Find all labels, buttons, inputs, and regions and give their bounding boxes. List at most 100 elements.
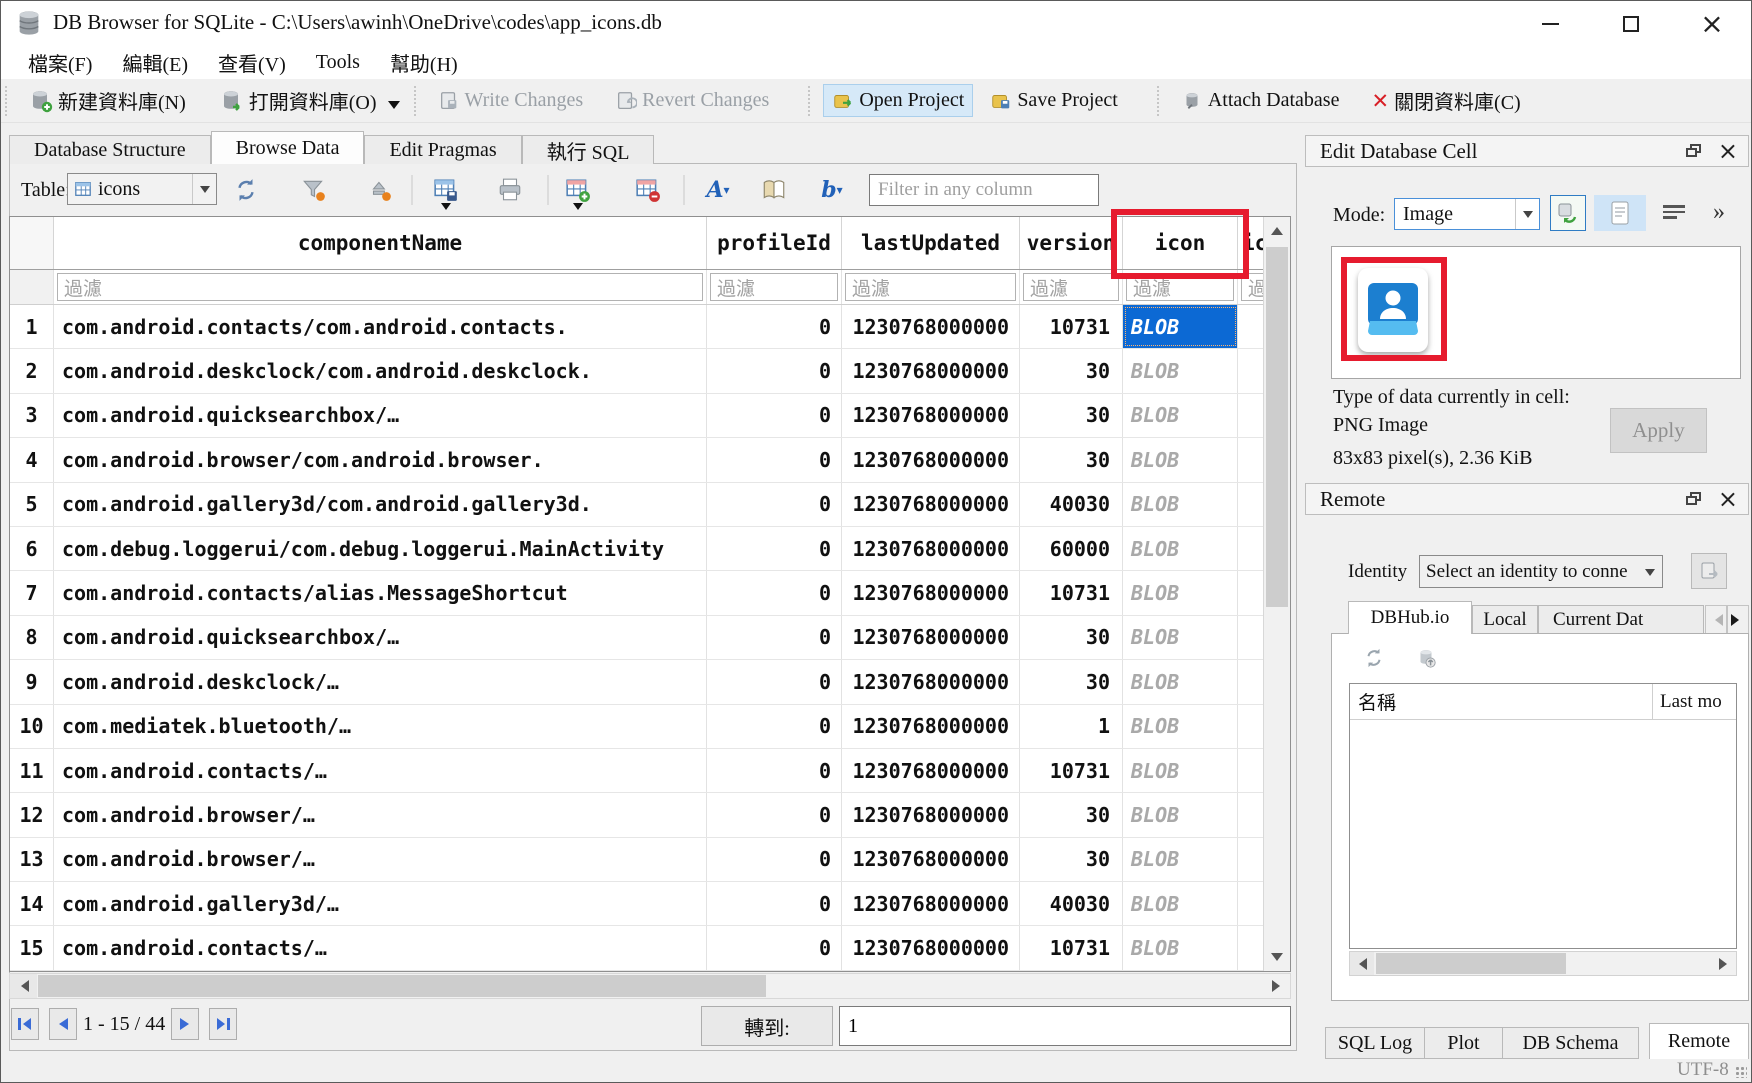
row-number-cell[interactable]: 7: [10, 571, 54, 614]
lastUpdated-cell[interactable]: 1230768000000: [842, 660, 1020, 703]
tab-database-structure[interactable]: Database Structure: [9, 135, 211, 164]
row-number-cell[interactable]: 3: [10, 394, 54, 437]
componentName-cell[interactable]: com.android.contacts/…: [54, 926, 707, 969]
column-header-profileId[interactable]: profileId: [707, 217, 842, 269]
dictionary-button[interactable]: [757, 173, 791, 207]
lastUpdated-cell[interactable]: 1230768000000: [842, 349, 1020, 392]
remote-refresh-button[interactable]: [1357, 641, 1391, 675]
version-cell[interactable]: 60000: [1020, 527, 1123, 570]
table-row[interactable]: 6com.debug.loggerui/com.debug.loggerui.M…: [10, 527, 1290, 571]
icon-blob-cell[interactable]: BLOB: [1123, 527, 1238, 570]
tab-scroll-right-button[interactable]: [1727, 605, 1749, 634]
tab-edit-pragmas[interactable]: Edit Pragmas: [364, 135, 521, 164]
componentName-cell[interactable]: com.android.quicksearchbox/…: [54, 394, 707, 437]
icon-blob-cell[interactable]: BLOB: [1123, 926, 1238, 969]
close-panel-icon[interactable]: ×: [1718, 139, 1738, 163]
font-style-b-button[interactable]: b▾: [815, 173, 849, 207]
tab-scroll-left-button[interactable]: [1705, 605, 1727, 634]
componentName-cell[interactable]: com.android.gallery3d/…: [54, 882, 707, 925]
revert-changes-button[interactable]: Revert Changes: [606, 84, 778, 117]
table-row[interactable]: 4com.android.browser/com.android.browser…: [10, 438, 1290, 482]
vertical-scroll-thumb[interactable]: [1266, 247, 1288, 607]
table-row[interactable]: 14com.android.gallery3d/…012307680000004…: [10, 882, 1290, 926]
scroll-up-button[interactable]: [1264, 217, 1290, 243]
profileId-cell[interactable]: 0: [707, 527, 842, 570]
row-number-cell[interactable]: 12: [10, 793, 54, 836]
row-number-cell[interactable]: 15: [10, 926, 54, 969]
table-row[interactable]: 3com.android.quicksearchbox/…01230768000…: [10, 394, 1290, 438]
componentName-cell[interactable]: com.android.browser/…: [54, 793, 707, 836]
previous-page-button[interactable]: [49, 1008, 77, 1040]
column-filter-input[interactable]: 過濾: [710, 273, 838, 301]
open-database-dropdown-icon[interactable]: [388, 101, 400, 115]
table-row[interactable]: 1com.android.contacts/com.android.contac…: [10, 305, 1290, 349]
table-row[interactable]: 2com.android.deskclock/com.android.deskc…: [10, 349, 1290, 393]
icon-blob-cell[interactable]: BLOB: [1123, 349, 1238, 392]
profileId-cell[interactable]: 0: [707, 394, 842, 437]
column-filter-input[interactable]: 過濾: [845, 273, 1016, 301]
lastUpdated-cell[interactable]: 1230768000000: [842, 926, 1020, 969]
table-row[interactable]: 11com.android.contacts/…0123076800000010…: [10, 749, 1290, 793]
icon-blob-cell[interactable]: BLOB: [1123, 660, 1238, 703]
table-row[interactable]: 12com.android.browser/…0123076800000030B…: [10, 793, 1290, 837]
word-wrap-icon[interactable]: [1663, 205, 1687, 222]
goto-record-input[interactable]: [839, 1006, 1291, 1046]
clear-filters-button[interactable]: [297, 173, 331, 207]
tab-execute-sql[interactable]: 執行 SQL: [522, 135, 655, 164]
profileId-cell[interactable]: 0: [707, 705, 842, 748]
column-filter-input[interactable]: 過濾: [1023, 273, 1119, 301]
row-number-cell[interactable]: 13: [10, 838, 54, 881]
icon-blob-cell[interactable]: BLOB: [1123, 838, 1238, 881]
font-style-a-button[interactable]: A▾: [701, 173, 735, 207]
lastUpdated-cell[interactable]: 1230768000000: [842, 882, 1020, 925]
profileId-cell[interactable]: 0: [707, 305, 842, 348]
table-row[interactable]: 7com.android.contacts/alias.MessageShort…: [10, 571, 1290, 615]
row-number-cell[interactable]: 2: [10, 349, 54, 392]
lastUpdated-cell[interactable]: 1230768000000: [842, 483, 1020, 526]
icon-blob-cell[interactable]: BLOB: [1123, 305, 1238, 348]
row-number-cell[interactable]: 6: [10, 527, 54, 570]
version-cell[interactable]: 30: [1020, 349, 1123, 392]
lastUpdated-cell[interactable]: 1230768000000: [842, 394, 1020, 437]
componentName-cell[interactable]: com.android.gallery3d/com.android.galler…: [54, 483, 707, 526]
close-button[interactable]: ×: [1682, 1, 1742, 46]
goto-record-button[interactable]: 轉到:: [701, 1006, 833, 1046]
row-number-cell[interactable]: 1: [10, 305, 54, 348]
row-number-cell[interactable]: 14: [10, 882, 54, 925]
scroll-right-button[interactable]: [1712, 952, 1736, 975]
tab-browse-data[interactable]: Browse Data: [211, 131, 365, 164]
tree-horizontal-scrollbar[interactable]: [1349, 951, 1737, 976]
version-cell[interactable]: 10731: [1020, 571, 1123, 614]
componentName-cell[interactable]: com.android.deskclock/…: [54, 660, 707, 703]
scroll-left-button[interactable]: [1350, 952, 1374, 975]
insert-record-button[interactable]: [561, 173, 595, 207]
write-changes-button[interactable]: Write Changes: [429, 84, 593, 117]
componentName-cell[interactable]: com.android.browser/com.android.browser.: [54, 438, 707, 481]
scroll-right-button[interactable]: [1263, 974, 1290, 998]
lastUpdated-cell[interactable]: 1230768000000: [842, 571, 1020, 614]
next-page-button[interactable]: [171, 1008, 199, 1040]
menu-item-file[interactable]: 檔案(F): [13, 46, 107, 79]
row-number-cell[interactable]: 5: [10, 483, 54, 526]
text-mode-button[interactable]: [1594, 195, 1646, 231]
lastUpdated-cell[interactable]: 1230768000000: [842, 793, 1020, 836]
save-table-button[interactable]: [429, 173, 463, 207]
icon-blob-cell[interactable]: BLOB: [1123, 793, 1238, 836]
profileId-cell[interactable]: 0: [707, 749, 842, 792]
dock-tab-plot[interactable]: Plot: [1424, 1027, 1503, 1059]
profileId-cell[interactable]: 0: [707, 349, 842, 392]
menu-item-edit[interactable]: 編輯(E): [107, 46, 203, 79]
grid-vertical-scrollbar[interactable]: [1263, 217, 1290, 971]
toolbar-overflow-button[interactable]: »: [1713, 199, 1725, 226]
icon-blob-cell[interactable]: BLOB: [1123, 749, 1238, 792]
last-record-button[interactable]: [209, 1008, 237, 1040]
version-cell[interactable]: 40030: [1020, 483, 1123, 526]
version-cell[interactable]: 30: [1020, 838, 1123, 881]
version-cell[interactable]: 30: [1020, 616, 1123, 659]
componentName-cell[interactable]: com.android.contacts/…: [54, 749, 707, 792]
dock-tab-sql-log[interactable]: SQL Log: [1325, 1027, 1425, 1059]
version-cell[interactable]: 30: [1020, 438, 1123, 481]
scroll-left-button[interactable]: [10, 974, 37, 998]
table-row[interactable]: 8com.android.quicksearchbox/…01230768000…: [10, 616, 1290, 660]
remote-upload-button[interactable]: [1409, 641, 1443, 675]
